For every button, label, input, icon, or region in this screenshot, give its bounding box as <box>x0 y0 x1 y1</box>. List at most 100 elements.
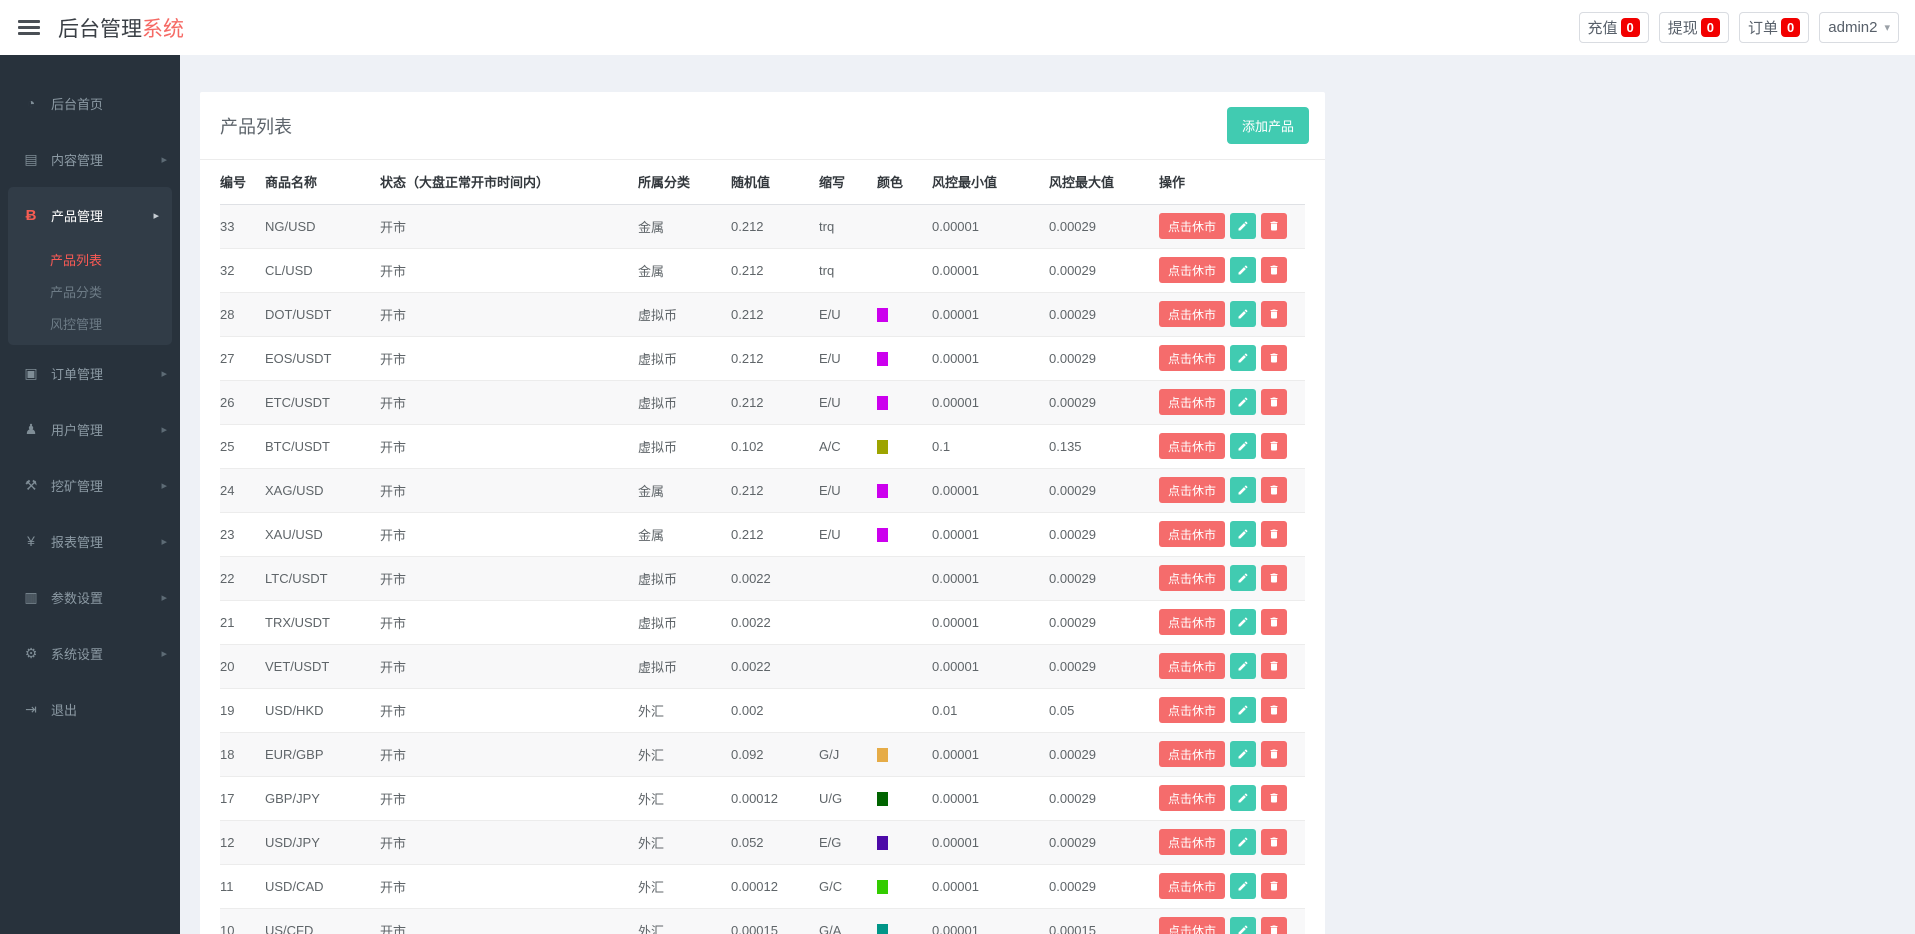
cell-random-value: 0.212 <box>731 292 819 337</box>
sidebar-item-user[interactable]: ♟ 用户管理 ▸ <box>0 401 180 457</box>
cell-random-value: 0.212 <box>731 204 819 249</box>
edit-button[interactable] <box>1230 829 1257 855</box>
edit-button[interactable] <box>1230 521 1257 547</box>
toggle-market-button[interactable]: 点击休市 <box>1159 433 1226 459</box>
toggle-market-button[interactable]: 点击休市 <box>1159 917 1226 934</box>
quick-button-orders[interactable]: 订单 0 <box>1739 12 1810 43</box>
delete-button[interactable] <box>1261 653 1288 679</box>
delete-button[interactable] <box>1261 565 1288 591</box>
sidebar-item-dashboard[interactable]: ◔ 后台首页 <box>0 75 180 131</box>
table-row: 33 NG/USD 开市 金属 0.212 trq 0.00001 0.00029 点击休市 <box>220 204 1305 249</box>
toggle-market-button[interactable]: 点击休市 <box>1159 785 1226 811</box>
toggle-market-button[interactable]: 点击休市 <box>1159 565 1226 591</box>
delete-button[interactable] <box>1261 917 1288 934</box>
delete-button[interactable] <box>1261 433 1288 459</box>
toggle-market-button[interactable]: 点击休市 <box>1159 873 1226 899</box>
sidebar-item-mining[interactable]: ⚒ 挖矿管理 ▸ <box>0 457 180 513</box>
delete-button[interactable] <box>1261 301 1288 327</box>
toggle-market-button[interactable]: 点击休市 <box>1159 609 1226 635</box>
edit-button[interactable] <box>1230 477 1257 503</box>
toggle-market-button[interactable]: 点击休市 <box>1159 741 1226 767</box>
toggle-market-button[interactable]: 点击休市 <box>1159 521 1226 547</box>
delete-button[interactable] <box>1261 873 1288 899</box>
delete-button[interactable] <box>1261 213 1288 239</box>
edit-button[interactable] <box>1230 653 1257 679</box>
cell-risk-max: 0.00029 <box>1049 336 1159 381</box>
toggle-market-button[interactable]: 点击休市 <box>1159 477 1226 503</box>
toggle-market-button[interactable]: 点击休市 <box>1159 213 1226 239</box>
edit-button[interactable] <box>1230 213 1257 239</box>
sidebar-subitem-risk-control[interactable]: 风控管理 <box>8 307 172 339</box>
edit-button[interactable] <box>1230 257 1257 283</box>
action-buttons: 点击休市 <box>1159 653 1305 679</box>
toggle-market-button[interactable]: 点击休市 <box>1159 389 1226 415</box>
cell-actions: 点击休市 <box>1159 336 1305 381</box>
toggle-market-button[interactable]: 点击休市 <box>1159 301 1226 327</box>
sidebar-subitem-product-category[interactable]: 产品分类 <box>8 275 172 307</box>
delete-button[interactable] <box>1261 345 1288 371</box>
delete-button[interactable] <box>1261 521 1288 547</box>
cell-status: 开市 <box>380 556 638 601</box>
sidebar-subitem-product-list[interactable]: 产品列表 <box>8 243 172 275</box>
delete-button[interactable] <box>1261 697 1288 723</box>
edit-button[interactable] <box>1230 389 1257 415</box>
chevron-right-icon: ▸ <box>161 647 167 660</box>
toggle-market-button[interactable]: 点击休市 <box>1159 257 1226 283</box>
edit-button[interactable] <box>1230 301 1257 327</box>
sidebar-item-logout[interactable]: ⇥ 退出 <box>0 681 180 737</box>
sidebar-item-order[interactable]: ▣ 订单管理 ▸ <box>0 345 180 401</box>
edit-button[interactable] <box>1230 873 1257 899</box>
sidebar-item-content[interactable]: ▤ 内容管理 ▸ <box>0 131 180 187</box>
toggle-market-button[interactable]: 点击休市 <box>1159 697 1226 723</box>
delete-button[interactable] <box>1261 257 1288 283</box>
count-badge: 0 <box>1620 18 1640 37</box>
edit-button[interactable] <box>1230 917 1257 934</box>
edit-button[interactable] <box>1230 609 1257 635</box>
sidebar-item-label: 用户管理 <box>51 422 104 438</box>
table-row: 23 XAU/USD 开市 金属 0.212 E/U 0.00001 0.00029 点击休市 <box>220 512 1305 557</box>
sidebar-item-label: 后台首页 <box>51 96 104 112</box>
cell-risk-min: 0.00001 <box>932 556 1049 601</box>
order-icon: ▣ <box>24 364 38 381</box>
delete-button[interactable] <box>1261 829 1288 855</box>
edit-button[interactable] <box>1230 741 1257 767</box>
color-swatch <box>877 307 888 322</box>
cell-abbr: U/G <box>819 776 877 821</box>
cell-product-name: LTC/USDT <box>265 556 380 601</box>
cell-risk-min: 0.00001 <box>932 468 1049 513</box>
cell-risk-max: 0.00029 <box>1049 468 1159 513</box>
app-title-primary: 后台管理 <box>58 17 142 41</box>
delete-button[interactable] <box>1261 477 1288 503</box>
cell-actions: 点击休市 <box>1159 732 1305 777</box>
edit-button[interactable] <box>1230 345 1257 371</box>
hamburger-menu-icon[interactable] <box>18 20 40 35</box>
sidebar-item-params[interactable]: ▥ 参数设置 ▸ <box>0 569 180 625</box>
delete-button[interactable] <box>1261 741 1288 767</box>
quick-button-recharge[interactable]: 充值 0 <box>1578 12 1649 43</box>
sidebar-item-system[interactable]: ⚙ 系统设置 ▸ <box>0 625 180 681</box>
pencil-icon <box>1238 397 1248 407</box>
add-product-button[interactable]: 添加产品 <box>1226 107 1309 144</box>
sidebar-item-report[interactable]: ¥ 报表管理 ▸ <box>0 513 180 569</box>
cell-id: 22 <box>220 556 265 601</box>
edit-button[interactable] <box>1230 697 1257 723</box>
quick-button-withdraw[interactable]: 提现 0 <box>1658 12 1730 43</box>
toggle-market-button[interactable]: 点击休市 <box>1159 345 1226 371</box>
delete-button[interactable] <box>1261 609 1288 635</box>
delete-button[interactable] <box>1261 389 1288 415</box>
sidebar-item-label: 参数设置 <box>51 590 104 606</box>
cell-abbr: E/G <box>819 820 877 865</box>
edit-button[interactable] <box>1230 785 1257 811</box>
cell-color <box>877 644 932 689</box>
edit-button[interactable] <box>1230 433 1257 459</box>
toggle-market-button[interactable]: 点击休市 <box>1159 653 1226 679</box>
user-menu-button[interactable]: admin2 ▾ <box>1819 12 1899 43</box>
color-swatch <box>877 351 888 366</box>
edit-button[interactable] <box>1230 565 1257 591</box>
toggle-market-button[interactable]: 点击休市 <box>1159 829 1226 855</box>
delete-button[interactable] <box>1261 785 1288 811</box>
cell-product-name: NG/USD <box>265 204 380 249</box>
cell-actions: 点击休市 <box>1159 556 1305 601</box>
color-swatch <box>877 835 888 850</box>
sidebar-item-product[interactable]: Ƀ 产品管理 ▸ <box>8 187 172 243</box>
